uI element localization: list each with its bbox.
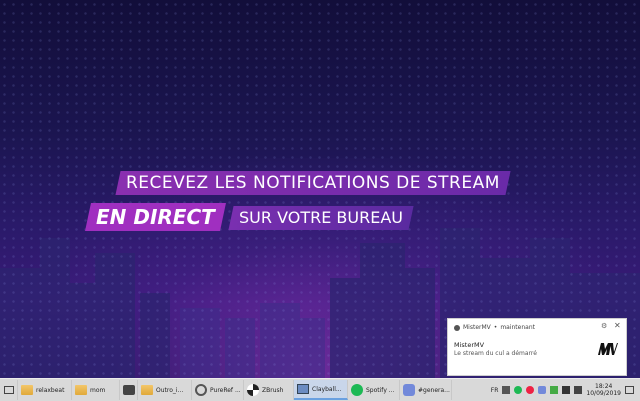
taskbar-item-label: Clayball...	[312, 385, 342, 393]
notification-app: MisterMV	[463, 324, 491, 331]
banner-line-2-text: SUR VOTRE BUREAU	[239, 208, 403, 227]
banner-live-text: EN DIRECT	[96, 205, 215, 229]
desktop-wallpaper: RECEVEZ LES NOTIFICATIONS DE STREAM EN D…	[0, 0, 640, 378]
taskbar: relaxbeat mom Outro_i... PureRef ... ZBr…	[0, 378, 640, 401]
discord-tray-icon[interactable]	[538, 386, 547, 394]
notification-center-icon[interactable]	[625, 386, 634, 394]
system-tray: FR 18:24 10/09/2019	[491, 379, 640, 401]
pureref-icon	[195, 384, 207, 396]
stream-notification[interactable]: MisterMV • maintenant ⚙ ✕ MisterMV Le st…	[447, 318, 627, 376]
taskbar-item-clayball[interactable]: Clayball...	[294, 380, 348, 400]
taskbar-pinned-app[interactable]	[120, 380, 138, 400]
taskbar-item-relaxbeat[interactable]: relaxbeat	[18, 380, 72, 400]
network-icon[interactable]	[562, 386, 571, 394]
taskbar-item-label: Outro_i...	[156, 386, 184, 394]
spotify-tray-icon[interactable]	[514, 386, 523, 394]
taskbar-item-label: Spotify ...	[366, 386, 395, 394]
clock-time: 18:24	[595, 383, 613, 390]
taskbar-item-label: mom	[90, 386, 106, 394]
banner-line-1-text: RECEVEZ LES NOTIFICATIONS DE STREAM	[126, 173, 500, 193]
taskbar-item-spotify[interactable]: Spotify ...	[348, 380, 400, 400]
volume-icon[interactable]	[574, 386, 583, 394]
taskbar-item-zbrush[interactable]: ZBrush	[244, 380, 294, 400]
discord-icon	[403, 384, 415, 396]
folder-icon	[21, 385, 33, 395]
gear-icon[interactable]: ⚙	[601, 322, 607, 330]
close-icon[interactable]: ✕	[614, 321, 621, 330]
notification-title: MisterMV	[454, 341, 485, 349]
banner-line-1: RECEVEZ LES NOTIFICATIONS DE STREAM	[115, 171, 511, 195]
taskbar-item-mom[interactable]: mom	[72, 380, 120, 400]
task-view-button[interactable]	[0, 380, 18, 400]
taskbar-item-pureref[interactable]: PureRef ...	[192, 380, 244, 400]
zbrush-icon	[247, 384, 259, 396]
folder-icon	[141, 385, 153, 395]
clock-date: 10/09/2019	[586, 390, 621, 397]
folder-icon	[75, 385, 87, 395]
banner-line-2: SUR VOTRE BUREAU	[228, 206, 414, 230]
banner-live-label: EN DIRECT	[85, 203, 226, 231]
taskbar-item-label: PureRef ...	[210, 386, 241, 394]
photo-icon	[297, 384, 309, 394]
nvidia-tray-icon[interactable]	[550, 386, 559, 394]
chrome-icon	[454, 324, 460, 331]
notification-header: MisterMV • maintenant	[454, 324, 535, 331]
taskbar-item-label: #genera...	[418, 386, 450, 394]
taskbar-item-label: relaxbeat	[36, 386, 65, 394]
taskbar-item-discord[interactable]: #genera...	[400, 380, 452, 400]
app-icon	[122, 385, 135, 395]
app-tray-icon[interactable]	[526, 386, 535, 394]
notification-time: maintenant	[500, 324, 535, 331]
taskbar-clock[interactable]: 18:24 10/09/2019	[586, 383, 621, 397]
task-view-icon	[3, 386, 14, 394]
spotify-icon	[351, 384, 363, 396]
language-indicator[interactable]: FR	[491, 387, 499, 394]
channel-logo-icon	[598, 343, 618, 355]
notification-separator: •	[493, 324, 498, 331]
chevron-up-icon[interactable]	[502, 386, 511, 394]
notification-message: Le stream du cul a démarré	[454, 350, 537, 357]
taskbar-item-outro[interactable]: Outro_i...	[138, 380, 192, 400]
taskbar-item-label: ZBrush	[262, 386, 284, 394]
